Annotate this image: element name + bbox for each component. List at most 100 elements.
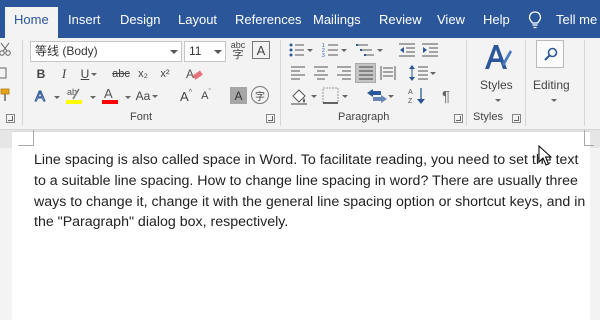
- format-painter-icon[interactable]: [0, 88, 12, 102]
- change-case-label: Aa: [135, 89, 151, 103]
- highlight-icon[interactable]: ab: [64, 85, 84, 105]
- multilevel-list-icon[interactable]: [356, 42, 384, 58]
- svg-text:A: A: [104, 86, 113, 101]
- numbering-icon[interactable]: 1 2 3: [322, 42, 348, 58]
- tab-mailings[interactable]: Mailings: [313, 9, 361, 31]
- italic-label: I: [61, 66, 67, 81]
- paragraph-dialog-launcher[interactable]: [454, 114, 463, 123]
- sort-direction-icon[interactable]: [365, 87, 395, 105]
- subscript-label: x₂: [138, 68, 148, 80]
- line-spacing-icon[interactable]: [408, 64, 436, 82]
- svg-text:3: 3: [322, 53, 325, 58]
- borders-icon[interactable]: [322, 87, 350, 105]
- phonetic-guide-button[interactable]: abc 字: [230, 40, 246, 62]
- character-border-label: A: [256, 42, 266, 58]
- chevron-down-icon: [170, 50, 178, 54]
- align-right-icon[interactable]: [336, 66, 352, 80]
- decrease-indent-icon[interactable]: [398, 42, 416, 58]
- styles-button[interactable]: Styles: [472, 40, 520, 108]
- copy-icon[interactable]: [0, 65, 12, 79]
- caret-up-icon: ^: [188, 88, 192, 96]
- chevron-down-icon[interactable]: [125, 96, 131, 99]
- strikethrough-label: abc: [112, 68, 130, 80]
- clear-formatting-icon[interactable]: A: [185, 66, 203, 82]
- enclose-characters-label: 字: [255, 91, 265, 103]
- separator: [280, 40, 281, 126]
- grow-font-button[interactable]: A ^: [178, 86, 194, 106]
- subscript-button[interactable]: x₂: [134, 64, 152, 84]
- chevron-down-icon: [214, 50, 222, 54]
- show-marks-button[interactable]: ¶: [438, 86, 454, 106]
- tab-layout[interactable]: Layout: [178, 9, 217, 31]
- align-left-icon[interactable]: [290, 66, 306, 80]
- character-border-button[interactable]: A: [252, 41, 270, 59]
- svg-text:A: A: [186, 67, 194, 81]
- caret-down-icon: ˇ: [208, 88, 211, 96]
- ribbon-tab-bar: Home Insert Design Layout References Mai…: [0, 0, 600, 38]
- tab-design[interactable]: Design: [120, 9, 160, 31]
- chevron-down-icon: [152, 94, 159, 98]
- character-shading-button[interactable]: A: [230, 87, 247, 104]
- document-body-text[interactable]: Line spacing is also called space in Wor…: [34, 150, 590, 233]
- bold-button[interactable]: B: [32, 64, 50, 84]
- editing-label: Editing: [533, 78, 570, 92]
- text-effects-icon[interactable]: A: [33, 87, 51, 106]
- tab-home[interactable]: Home: [5, 7, 58, 38]
- align-center-icon[interactable]: [313, 66, 329, 80]
- margin-corner-right: [584, 130, 594, 146]
- cut-icon[interactable]: [0, 42, 12, 56]
- tab-view[interactable]: View: [437, 9, 465, 31]
- chevron-down-icon: [551, 99, 557, 102]
- change-case-button[interactable]: Aa: [133, 86, 161, 106]
- shading-icon[interactable]: [290, 87, 318, 105]
- tab-references[interactable]: References: [235, 9, 301, 31]
- svg-text:A: A: [35, 88, 45, 105]
- underline-label: U: [80, 67, 90, 81]
- bullets-icon[interactable]: [288, 42, 314, 58]
- sort-icon[interactable]: A Z: [408, 86, 428, 106]
- justify-icon: [359, 66, 373, 80]
- tab-help[interactable]: Help: [483, 9, 510, 31]
- superscript-button[interactable]: x²: [156, 64, 174, 84]
- ribbon: 等线 (Body) 11 abc 字 A B I U abc x₂ x² A A…: [0, 38, 600, 130]
- svg-text:A: A: [408, 89, 413, 96]
- font-color-icon[interactable]: A: [100, 85, 120, 105]
- editing-button[interactable]: Editing: [528, 40, 576, 108]
- increase-indent-icon[interactable]: [421, 42, 439, 58]
- tab-insert[interactable]: Insert: [68, 9, 101, 31]
- underline-button[interactable]: U: [77, 64, 101, 84]
- styles-label: Styles: [480, 78, 513, 92]
- grow-font-label: A: [180, 88, 189, 104]
- styles-dialog-launcher[interactable]: [512, 114, 521, 123]
- character-shading-label: A: [234, 88, 243, 103]
- chevron-down-icon[interactable]: [54, 96, 60, 99]
- distributed-icon[interactable]: [380, 66, 396, 80]
- editing-icon-frame: [536, 40, 564, 68]
- bold-label: B: [36, 67, 46, 81]
- chevron-down-icon[interactable]: [90, 96, 96, 99]
- justify-button[interactable]: [355, 63, 376, 83]
- superscript-label: x²: [160, 68, 170, 80]
- strikethrough-button[interactable]: abc: [110, 64, 132, 84]
- separator: [466, 40, 467, 126]
- chevron-down-icon: [495, 99, 501, 102]
- styles-group-label: Styles: [473, 111, 503, 123]
- font-dialog-launcher[interactable]: [266, 114, 275, 123]
- tell-me-search[interactable]: Tell me: [556, 9, 597, 31]
- pilcrow-icon: ¶: [441, 87, 451, 105]
- separator: [22, 40, 23, 126]
- font-name-value: 等线 (Body): [35, 44, 98, 58]
- enclose-characters-button[interactable]: 字: [251, 86, 269, 104]
- margin-corner-left: [18, 130, 34, 146]
- lightbulb-icon[interactable]: [528, 11, 542, 29]
- separator: [584, 40, 585, 126]
- phonetic-guide-char: 字: [232, 49, 244, 61]
- tab-review[interactable]: Review: [379, 9, 422, 31]
- italic-button[interactable]: I: [55, 64, 73, 84]
- shrink-font-button[interactable]: Aˇ: [198, 86, 214, 106]
- font-name-combo[interactable]: 等线 (Body): [30, 41, 182, 62]
- clipboard-dialog-launcher[interactable]: [6, 114, 15, 123]
- font-size-value: 11: [189, 44, 202, 58]
- styles-icon: [485, 45, 512, 69]
- font-size-combo[interactable]: 11: [184, 41, 226, 62]
